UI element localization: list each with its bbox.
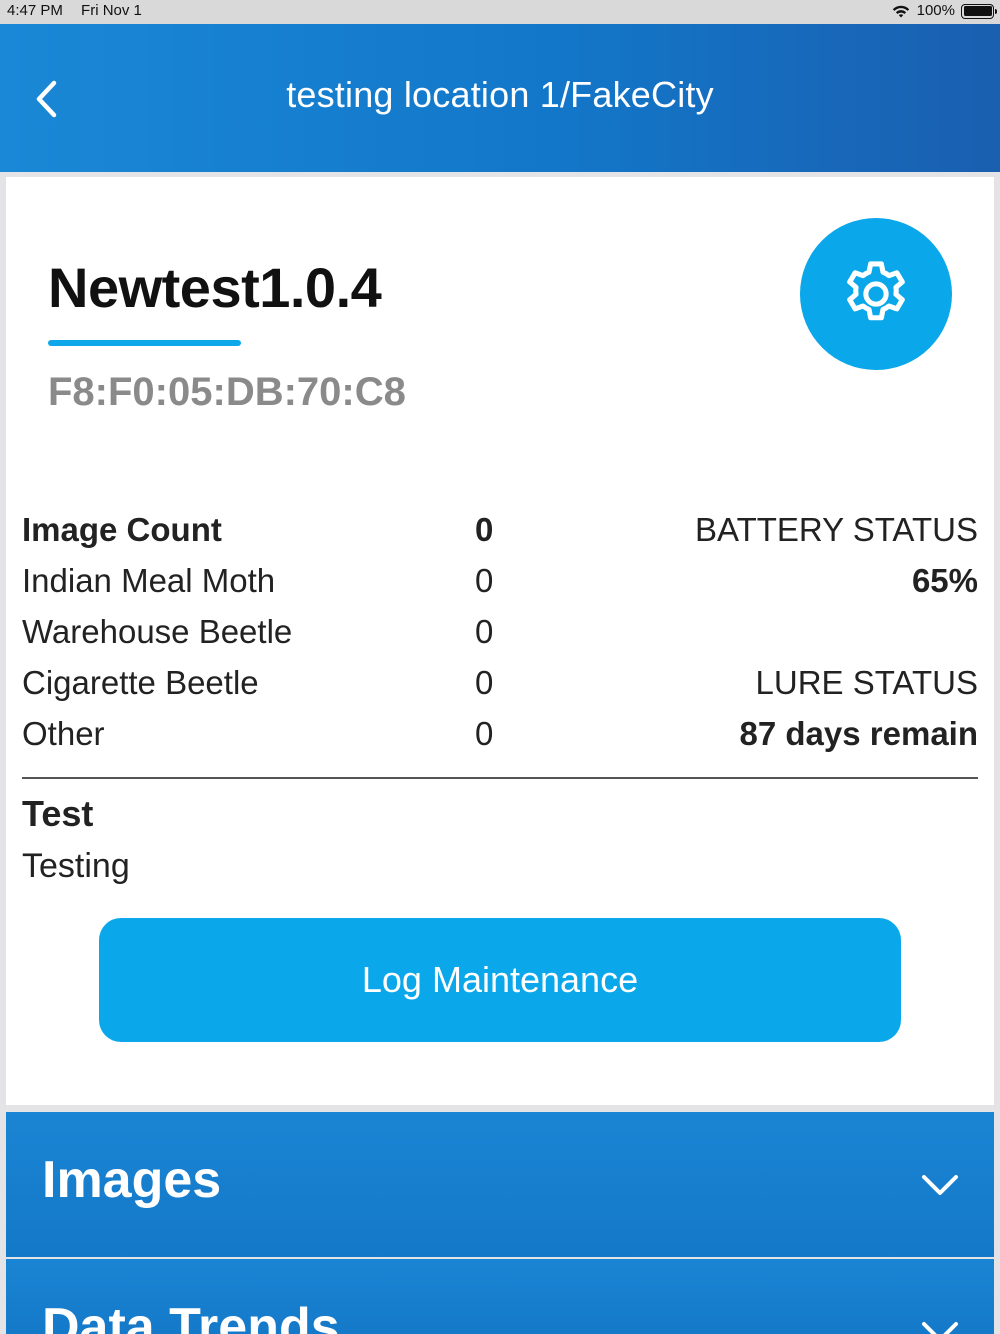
battery-status-value: 65%: [911, 562, 978, 599]
battery-icon: [961, 3, 997, 19]
wifi-icon: [892, 5, 909, 17]
status-bar: 4:47 PM Fri Nov 1 100%: [0, 0, 1000, 24]
lure-status-label: LURE STATUS: [755, 664, 978, 701]
count-value: 0: [475, 511, 494, 548]
battery-fill: [963, 6, 992, 16]
lure-status-value: 87 days remain: [739, 715, 978, 752]
counts-table: Image Count 0 Indian Meal Moth 0 Warehou…: [22, 507, 494, 762]
note-title: Test: [22, 793, 94, 834]
status-time: 4:47 PM: [7, 2, 63, 19]
status-right: 100%: [891, 0, 997, 22]
count-row-image-count: Image Count 0: [22, 507, 494, 558]
count-row-other: Other 0: [22, 711, 494, 762]
count-value: 0: [475, 715, 494, 752]
count-label: Indian Meal Moth: [22, 562, 276, 599]
section-label: Images: [42, 1151, 222, 1209]
count-row-cigarette-beetle: Cigarette Beetle 0: [22, 660, 494, 711]
count-value: 0: [475, 613, 494, 650]
count-value: 0: [475, 562, 494, 599]
settings-button[interactable]: [800, 218, 952, 370]
count-row-indian-meal-moth: Indian Meal Moth 0: [22, 558, 494, 609]
images-section-header[interactable]: Images: [6, 1112, 994, 1257]
note-text: Testing: [22, 847, 130, 885]
status-date: Fri Nov 1: [81, 2, 142, 19]
chevron-down-icon: [922, 1322, 958, 1334]
battery-percent: 100%: [916, 2, 955, 19]
log-maintenance-button[interactable]: Log Maintenance: [99, 918, 901, 1042]
device-card: Newtest1.0.4 F8:F0:05:DB:70:C8 Image Cou…: [6, 177, 994, 1105]
device-name: Newtest1.0.4: [48, 256, 382, 319]
count-label: Cigarette Beetle: [22, 664, 259, 701]
battery-status-label: BATTERY STATUS: [695, 511, 978, 548]
nav-header: testing location 1/FakeCity: [0, 24, 1000, 172]
page-title: testing location 1/FakeCity: [286, 74, 714, 115]
mac-address: F8:F0:05:DB:70:C8: [48, 370, 406, 414]
chevron-down-icon: [922, 1175, 958, 1195]
gear-icon: [847, 261, 905, 321]
section-label: Data Trends: [42, 1298, 340, 1334]
count-value: 0: [475, 664, 494, 701]
count-row-warehouse-beetle: Warehouse Beetle 0: [22, 609, 494, 660]
data-trends-section-header[interactable]: Data Trends: [6, 1259, 994, 1334]
status-left: 4:47 PM Fri Nov 1: [7, 0, 156, 22]
count-label: Image Count: [22, 511, 222, 548]
count-label: Warehouse Beetle: [22, 613, 293, 650]
name-underline: [48, 340, 241, 346]
count-label: Other: [22, 715, 105, 752]
divider: [22, 777, 978, 779]
